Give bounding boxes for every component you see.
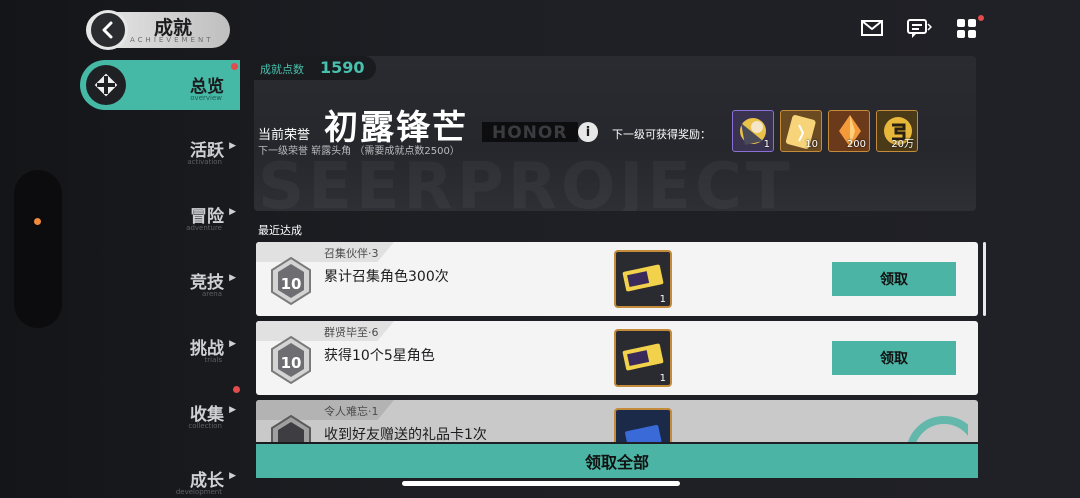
reward-count: 1	[763, 139, 770, 150]
overview-diamond-icon	[86, 65, 126, 105]
current-honor-label: 当前荣誉	[258, 128, 311, 143]
reward-card-icon[interactable]	[614, 408, 672, 442]
achievement-desc: 获得10个5星角色	[324, 348, 435, 364]
points-value: 1590	[320, 58, 365, 77]
reward-character-avatar-icon[interactable]: 1	[732, 110, 774, 152]
claim-button[interactable]: 领取	[832, 341, 956, 375]
nav-sublabel: collection	[188, 422, 222, 430]
reward-ticket-icon[interactable]: 1	[614, 250, 672, 308]
achievement-tag-text: 令人难忘·1	[324, 405, 379, 418]
decorative-ring-icon	[907, 416, 968, 442]
watermark-text: SEERPROJECT	[258, 150, 794, 211]
chat-icon[interactable]	[906, 18, 933, 40]
info-icon[interactable]: i	[578, 122, 598, 142]
next-reward-label: 下一级可获得奖励：	[612, 128, 711, 141]
achievement-screen: 成就 ACHIEVEMENT 总览 overview 活跃 ▶ activati…	[0, 0, 1080, 498]
chevron-right-icon: ▶	[229, 273, 236, 283]
chevron-right-icon: ▶	[229, 141, 236, 151]
nav-item-arena[interactable]: 竞技 ▶ arena	[80, 258, 240, 324]
achievement-tag-text: 群贤毕至·6	[324, 326, 379, 339]
achievement-tag-text: 召集伙伴·3	[324, 247, 379, 260]
achievement-desc: 累计召集角色300次	[324, 269, 449, 285]
achievement-desc: 收到好友赠送的礼品卡1次	[324, 427, 487, 442]
reward-count: 1	[659, 373, 666, 384]
nav-item-collection[interactable]: 收集 ▶ collection	[80, 386, 240, 456]
home-indicator[interactable]	[402, 481, 680, 486]
menu-grid-icon[interactable]	[956, 15, 984, 40]
reward-coin-icon[interactable]: 20万	[876, 110, 918, 152]
notification-dot	[233, 386, 240, 393]
chevron-right-icon: ▶	[229, 405, 236, 415]
nav-sublabel: activation	[187, 158, 222, 166]
notification-dot	[231, 63, 238, 70]
claim-all-button[interactable]: 领取全部	[256, 444, 978, 478]
chevron-right-icon: ▶	[229, 471, 236, 481]
nav-sublabel: overview	[190, 94, 222, 102]
nav-item-adventure[interactable]: 冒险 ▶ adventure	[80, 192, 240, 258]
medal-number: 10	[281, 354, 302, 372]
back-button[interactable]	[88, 10, 128, 50]
achievement-card: 群贤毕至·6 10 获得10个5星角色 1 领取	[256, 321, 978, 395]
honor-word-banner: HONOR	[482, 122, 578, 143]
reward-count: 1	[659, 294, 666, 305]
chevron-right-icon: ▶	[229, 339, 236, 349]
reward-count: 10	[805, 139, 818, 150]
next-level-info: 下一级荣誉 崭露头角 （需要成就点数2500）	[258, 146, 460, 157]
category-nav: 总览 overview 活跃 ▶ activation 冒险 ▶ adventu…	[80, 60, 240, 498]
nav-item-overview[interactable]: 总览 overview	[80, 60, 240, 110]
reward-ticket-icon[interactable]: 1	[614, 329, 672, 387]
nav-item-development[interactable]: 成长 ▶ development	[80, 456, 240, 498]
claim-button[interactable]: 领取	[832, 262, 956, 296]
achievement-points: 成就点数 1590	[254, 56, 376, 80]
reward-count: 200	[846, 139, 866, 150]
medal-icon: 10	[268, 256, 314, 306]
mail-icon[interactable]	[860, 18, 884, 40]
page-subtitle: ACHIEVEMENT	[130, 36, 214, 44]
reward-count: 20万	[891, 139, 914, 150]
medal-icon	[268, 414, 314, 442]
status-dot	[34, 218, 41, 225]
side-bezel	[14, 170, 62, 328]
nav-sublabel: development	[175, 488, 222, 496]
nav-item-activation[interactable]: 活跃 ▶ activation	[80, 126, 240, 192]
reward-gold-card-icon[interactable]: 10	[780, 110, 822, 152]
achievement-card: 召集伙伴·3 10 累计召集角色300次 1 领取	[256, 242, 978, 316]
points-label: 成就点数	[260, 63, 304, 76]
chevron-right-icon: ▶	[229, 207, 236, 217]
medal-icon: 10	[268, 335, 314, 385]
medal-number: 10	[281, 275, 302, 293]
achievement-card: 令人难忘·1 收到好友赠送的礼品卡1次	[256, 400, 978, 442]
honor-word: HONOR	[492, 123, 568, 143]
reward-crystal-icon[interactable]: 200	[828, 110, 870, 152]
notification-dot	[978, 15, 984, 21]
nav-sublabel: arena	[201, 290, 222, 298]
nav-item-trials[interactable]: 挑战 ▶ trials	[80, 324, 240, 390]
achievement-list[interactable]: 召集伙伴·3 10 累计召集角色300次 1 领取 群贤毕至·6 10 获得10…	[256, 242, 980, 442]
nav-sublabel: trials	[204, 356, 222, 364]
back-arrow-icon	[102, 21, 113, 39]
nav-sublabel: adventure	[186, 224, 222, 232]
honor-panel: SEERPROJECT 成就点数 1590 当前荣誉 HONOR 初露锋芒 i …	[254, 56, 976, 211]
recent-section-title: 最近达成	[258, 224, 302, 237]
list-scrollbar[interactable]	[983, 242, 986, 316]
